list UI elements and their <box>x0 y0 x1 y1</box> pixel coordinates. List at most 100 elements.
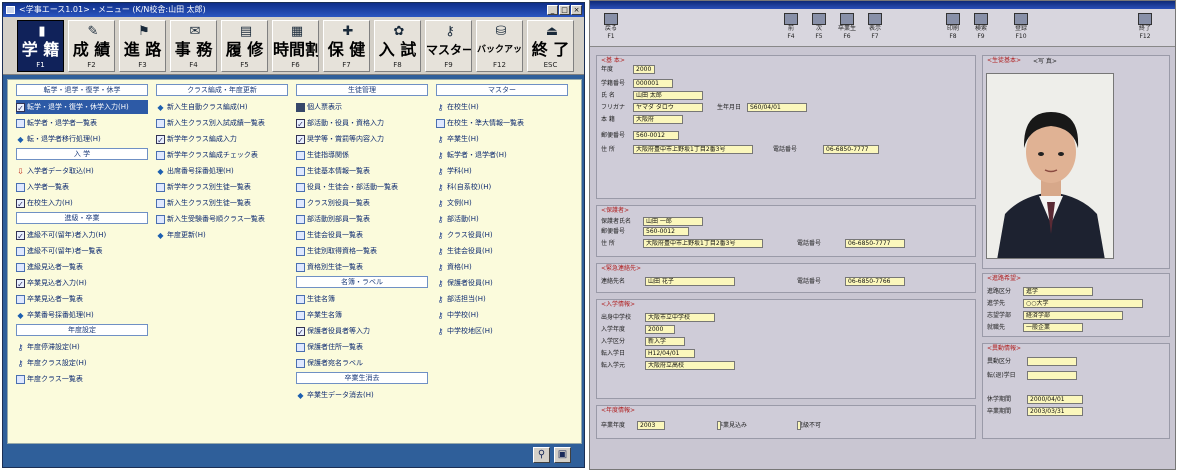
field-value[interactable]: 進級不可(留年) <box>797 421 801 430</box>
menu-item[interactable]: 生徒別取得資格一覧表 <box>296 244 428 258</box>
field-value[interactable]: ヤマダ タロウ <box>633 103 703 112</box>
field-value[interactable]: H12/04/01 <box>645 349 695 358</box>
register-button[interactable]: 登録 F10 <box>1006 13 1036 43</box>
menu-item[interactable]: 進級不可(留年)者一覧表 <box>16 244 148 258</box>
menu-item[interactable]: ⚷ 学科(H) <box>436 164 568 178</box>
menu-item[interactable]: 年度クラス一覧表 <box>16 372 148 386</box>
field-value[interactable]: 2000 <box>633 65 655 74</box>
field-value[interactable]: 大阪府 <box>633 115 683 124</box>
menu-item[interactable]: ⚷ 保護者役員(H) <box>436 276 568 290</box>
toolbar-button-f6[interactable]: ▦ 時間割 F6 <box>272 20 319 72</box>
menu-item[interactable]: 卒業見込者一覧表 <box>16 292 148 306</box>
exit-button[interactable]: 終了 F12 <box>1130 13 1160 43</box>
menu-item[interactable]: 個人票表示 <box>296 100 428 114</box>
menu-item[interactable]: ⚷ 転学者・退学者(H) <box>436 148 568 162</box>
field-value[interactable]: 560-0012 <box>643 227 689 236</box>
menu-item[interactable]: 新入生受験番号順クラス一覧表 <box>156 212 288 226</box>
menu-item[interactable]: ⚷ 生徒会役員(H) <box>436 244 568 258</box>
menu-item[interactable]: 保護者宛名ラベル <box>296 356 428 370</box>
menu-item[interactable]: 卒業生名簿 <box>296 308 428 322</box>
menu-item[interactable]: ⚷ 資格(H) <box>436 260 568 274</box>
menu-item[interactable]: ◆ 転・退学者移行処理(H) <box>16 132 148 146</box>
field-value[interactable]: 560-0012 <box>633 131 679 140</box>
menu-item[interactable]: ⚷ 中学校地区(H) <box>436 324 568 338</box>
menu-item[interactable]: 生徒基本情報一覧表 <box>296 164 428 178</box>
field-value[interactable]: S60/04/01 <box>747 103 807 112</box>
toolbar-button-esc[interactable]: ⏏ 終 了 ESC <box>527 20 574 72</box>
search-button[interactable]: 検索 F9 <box>966 13 996 43</box>
menu-item[interactable]: クラス別役員一覧表 <box>296 196 428 210</box>
menu-item[interactable]: ⚷ 在校生(H) <box>436 100 568 114</box>
menu-item[interactable]: ⚷ 年度クラス設定(H) <box>16 356 148 370</box>
menu-item[interactable]: 在校生・準大情報一覧表 <box>436 116 568 130</box>
menu-item[interactable]: ⚷ 文例(H) <box>436 196 568 210</box>
menu-item[interactable]: ✓ 部活動・役員・資格入力 <box>296 116 428 130</box>
menu-item[interactable]: 資格別生徒一覧表 <box>296 260 428 274</box>
menu-item[interactable]: 部活動別部員一覧表 <box>296 212 428 226</box>
field-value[interactable]: 山田 花子 <box>645 277 735 286</box>
field-value[interactable]: 山田 一郎 <box>643 217 703 226</box>
menu-item[interactable]: 生徒指導関係 <box>296 148 428 162</box>
field-value[interactable] <box>1027 357 1077 366</box>
menu-item[interactable]: 新学年クラス別生徒一覧表 <box>156 180 288 194</box>
field-value[interactable]: 2003 <box>637 421 665 430</box>
field-value[interactable]: 卒業見込み <box>717 421 721 430</box>
menu-item[interactable]: ◆ 新入生自動クラス編成(H) <box>156 100 288 114</box>
back-button[interactable]: 戻る F1 <box>596 13 626 43</box>
field-value[interactable]: 06-6850-7777 <box>823 145 879 154</box>
toolbar-button-f2[interactable]: ✎ 成 績 F2 <box>68 20 115 72</box>
menu-item[interactable]: 入学者一覧表 <box>16 180 148 194</box>
menu-item[interactable]: ⚷ 部活動(H) <box>436 212 568 226</box>
menu-item[interactable]: ⚷ 部活担当(H) <box>436 292 568 306</box>
menu-item[interactable]: 新入生クラス別生徒一覧表 <box>156 196 288 210</box>
menu-item[interactable]: ◆ 卒業番号採番処理(H) <box>16 308 148 322</box>
menu-item[interactable]: ✓ 保護者役員者等入力 <box>296 324 428 338</box>
field-value[interactable]: 経済学部 <box>1023 311 1123 320</box>
menu-item[interactable]: ⚷ 中学校(H) <box>436 308 568 322</box>
menu-item[interactable]: 保護者住所一覧表 <box>296 340 428 354</box>
menu-item[interactable]: ◆ 卒業生データ消去(H) <box>296 388 428 402</box>
toolbar-button-f4[interactable]: ✉ 事 務 F4 <box>170 20 217 72</box>
toolbar-button-f5[interactable]: ▤ 履 修 F5 <box>221 20 268 72</box>
field-value[interactable] <box>1027 371 1077 380</box>
window-icon[interactable]: ▣ <box>554 447 571 463</box>
menu-item[interactable]: ⚷ クラス役員(H) <box>436 228 568 242</box>
menu-item[interactable]: 転学者・退学者一覧表 <box>16 116 148 130</box>
close-button[interactable]: × <box>571 5 582 15</box>
toolbar-button-f7[interactable]: ✚ 保 健 F7 <box>323 20 370 72</box>
field-value[interactable]: 06-6850-7777 <box>845 239 905 248</box>
menu-item[interactable]: 役員・生徒会・部活動一覧表 <box>296 180 428 194</box>
tab-photo[interactable]: <写 真> <box>1033 58 1057 66</box>
minimize-button[interactable]: _ <box>547 5 558 15</box>
menu-item[interactable]: ✓ 卒業見込者入力(H) <box>16 276 148 290</box>
menu-item[interactable]: 新入生クラス別入試成績一覧表 <box>156 116 288 130</box>
binoculars-icon[interactable]: ⚲ <box>533 447 550 463</box>
field-value[interactable]: 山田 太郎 <box>633 91 703 100</box>
menu-item[interactable]: 進級見込者一覧表 <box>16 260 148 274</box>
menu-item[interactable]: ◆ 出席番号採番処理(H) <box>156 164 288 178</box>
toolbar-button-f9[interactable]: ⚷ マスター F9 <box>425 20 472 72</box>
display-button[interactable]: 表示 F7 <box>860 13 890 43</box>
field-value[interactable]: 2000 <box>645 325 675 334</box>
toolbar-button-f1[interactable]: ▮ 学 籍 F1 <box>17 20 64 72</box>
menu-item[interactable]: 生徒名簿 <box>296 292 428 306</box>
field-value[interactable]: 大阪府立高校 <box>645 361 735 370</box>
field-value[interactable]: 一般企業 <box>1023 323 1083 332</box>
menu-item[interactable]: ✓ 奨学等・賞罰等内容入力 <box>296 132 428 146</box>
menu-item[interactable]: ✓ 新学年クラス編成入力 <box>156 132 288 146</box>
field-value[interactable]: 大阪市立中学校 <box>645 313 715 322</box>
field-value[interactable]: 大阪府豊中市上野坂1丁目2番3号 <box>633 145 753 154</box>
next-button[interactable]: 次 F5 <box>804 13 834 43</box>
menu-item[interactable]: ✓ 転学・退学・復学・休学入力(H) <box>16 100 148 114</box>
field-value[interactable]: 新入学 <box>645 337 685 346</box>
field-value[interactable]: 2003/03/31 <box>1027 407 1083 416</box>
toolbar-button-f3[interactable]: ⚑ 進 路 F3 <box>119 20 166 72</box>
field-value[interactable]: 2000/04/01 <box>1027 395 1083 404</box>
print-button[interactable]: 印刷 F8 <box>938 13 968 43</box>
menu-item[interactable]: 生徒会役員一覧表 <box>296 228 428 242</box>
graduate-button[interactable]: 卒業生 F6 <box>832 13 862 43</box>
menu-item[interactable]: ◆ 年度更新(H) <box>156 228 288 242</box>
toolbar-button-f8[interactable]: ✿ 入 試 F8 <box>374 20 421 72</box>
menu-item[interactable]: ✓ 進級不可(留年)者入力(H) <box>16 228 148 242</box>
toolbar-button-f12[interactable]: ⛁ バックアップ F12 <box>476 20 523 72</box>
